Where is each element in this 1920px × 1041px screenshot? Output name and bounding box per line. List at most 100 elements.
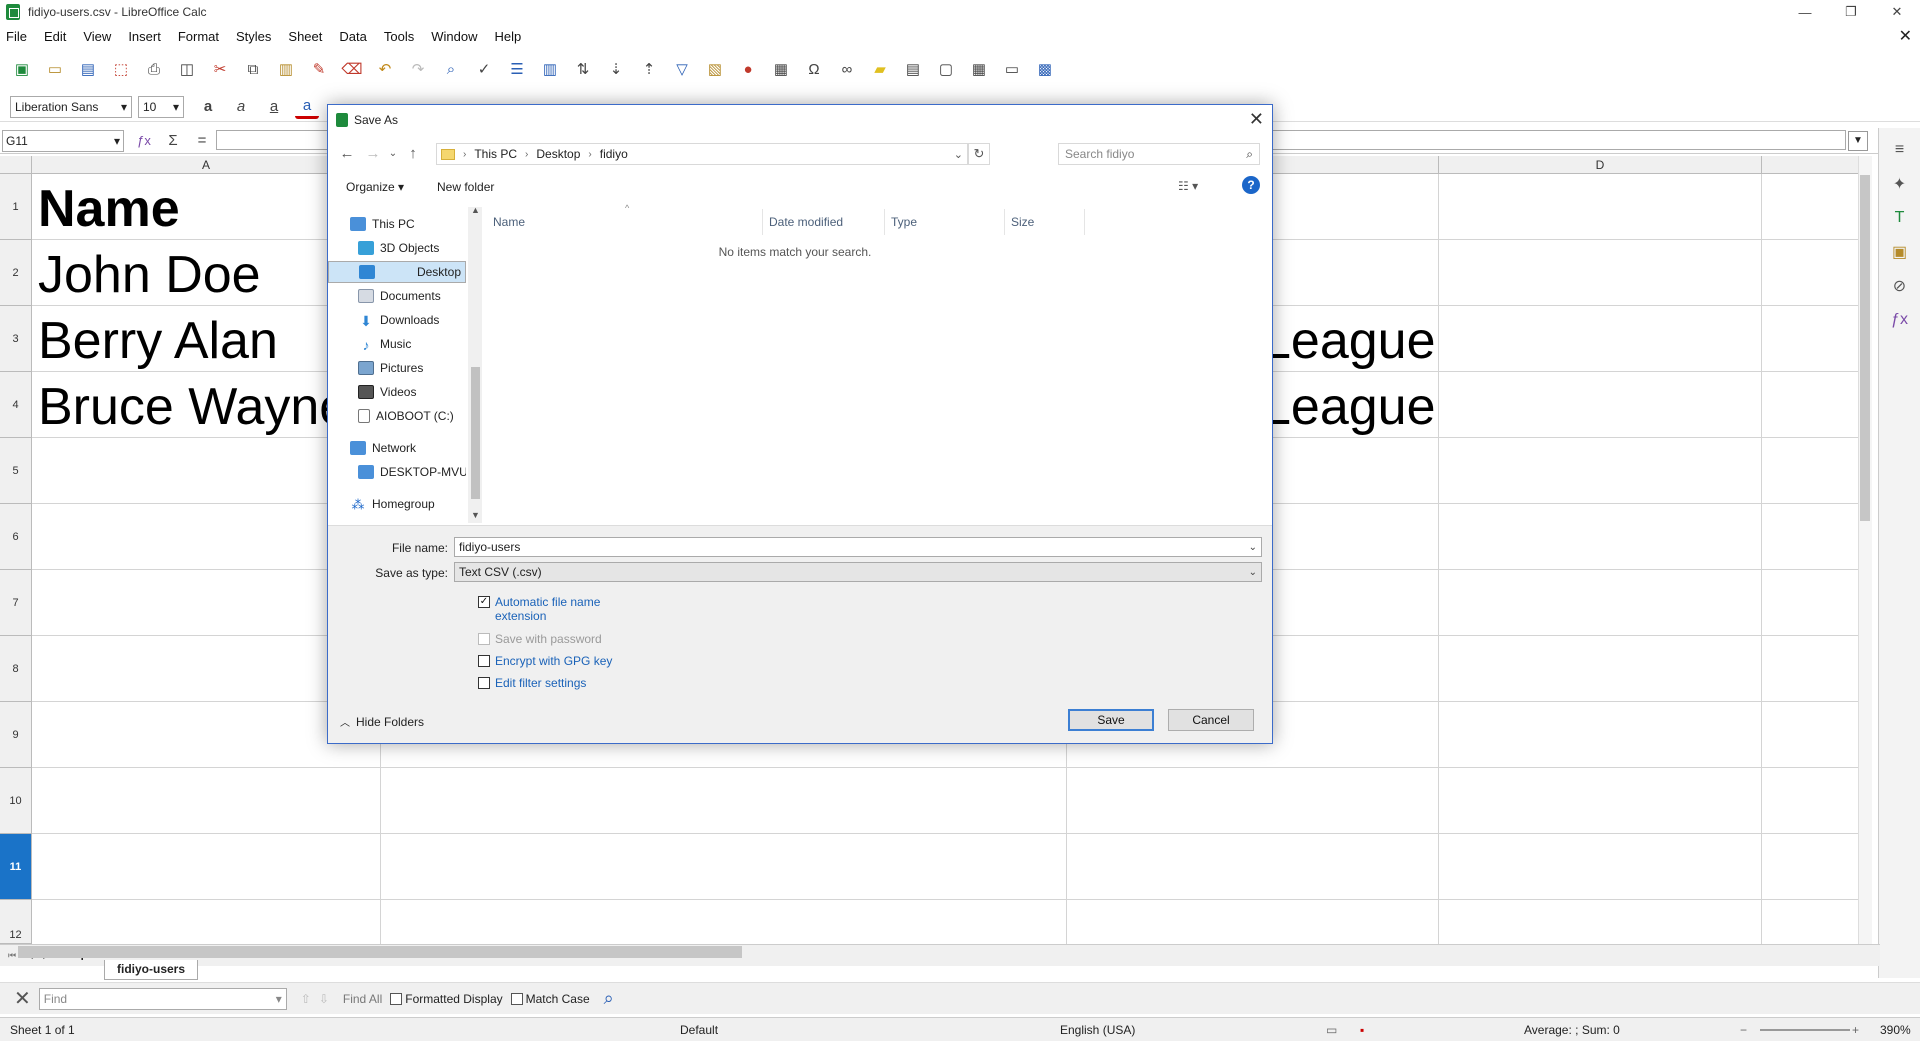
split-window-icon[interactable]: ▭ — [1000, 57, 1024, 81]
document-modified-icon[interactable]: ▪ — [1360, 1023, 1364, 1037]
show-draw-functions-icon[interactable]: ▩ — [1033, 57, 1057, 81]
autofilter-icon[interactable]: ▽ — [670, 57, 694, 81]
formatted-display-checkbox[interactable]: Formatted Display — [390, 992, 503, 1006]
cell-a4[interactable]: Bruce Wayne — [38, 381, 348, 433]
nav-videos[interactable]: Videos — [328, 381, 466, 403]
print-preview-icon[interactable]: ◫ — [175, 57, 199, 81]
column-header-d[interactable]: D — [1439, 156, 1762, 174]
encrypt-gpg-checkbox[interactable]: Encrypt with GPG key — [478, 654, 612, 668]
properties-icon[interactable]: ✦ — [1888, 172, 1912, 196]
chevron-right-icon[interactable]: › — [463, 149, 466, 160]
row-header[interactable]: 9 — [0, 702, 32, 768]
hide-folders-button[interactable]: ︿ Hide Folders — [340, 714, 424, 730]
breadcrumb-fidiyo[interactable]: fidiyo — [600, 147, 628, 161]
italic-icon[interactable]: a — [229, 95, 253, 119]
refresh-icon[interactable]: ↻ — [968, 143, 990, 165]
spelling-icon[interactable]: ✓ — [472, 57, 496, 81]
function-wizard-icon[interactable]: ƒx — [132, 129, 156, 153]
row-header[interactable]: 1 — [0, 174, 32, 240]
breadcrumb-desktop[interactable]: Desktop — [536, 147, 580, 161]
sort-ascending-icon[interactable]: ⇡ — [637, 57, 661, 81]
menu-edit[interactable]: Edit — [44, 29, 66, 44]
hyperlink-icon[interactable]: ∞ — [835, 57, 859, 81]
match-case-checkbox[interactable]: Match Case — [510, 992, 590, 1006]
find-replace-icon[interactable]: ⌕ — [439, 57, 463, 81]
clone-formatting-icon[interactable]: ✎ — [307, 57, 331, 81]
sort-descending-icon[interactable]: ⇣ — [604, 57, 628, 81]
selection-mode-icon[interactable]: ▭ — [1326, 1023, 1337, 1037]
underline-icon[interactable]: a — [262, 95, 286, 119]
column-date-modified[interactable]: Date modified — [763, 209, 885, 235]
cell-c4-visible-part[interactable]: League — [1262, 381, 1436, 433]
menu-data[interactable]: Data — [339, 29, 366, 44]
find-all-button[interactable]: Find All — [343, 992, 382, 1006]
insert-chart-icon[interactable]: ● — [736, 57, 760, 81]
menu-window[interactable]: Window — [431, 29, 477, 44]
restore-button[interactable]: ❐ — [1828, 0, 1874, 24]
chevron-down-icon[interactable]: ⌄ — [1249, 567, 1257, 578]
file-list[interactable]: Name ^ Date modified Type Size No items … — [485, 203, 1272, 523]
font-color-icon[interactable]: a — [295, 95, 319, 119]
save-icon[interactable]: ▤ — [76, 57, 100, 81]
selection-summary[interactable]: Average: ; Sum: 0 — [1524, 1023, 1620, 1037]
nav-scroll-thumb[interactable] — [471, 367, 480, 499]
row-header[interactable]: 2 — [0, 240, 32, 306]
find-input[interactable]: Find ▾ — [38, 987, 287, 1010]
cut-icon[interactable]: ✂ — [208, 57, 232, 81]
nav-documents[interactable]: Documents — [328, 285, 466, 307]
chevron-down-icon[interactable]: ▾ — [276, 992, 282, 1006]
comment-icon[interactable]: ▰ — [868, 57, 892, 81]
zoom-in-icon[interactable]: + — [1852, 1023, 1859, 1037]
row-header[interactable]: 4 — [0, 372, 32, 438]
headers-footers-icon[interactable]: ▤ — [901, 57, 925, 81]
nav-downloads[interactable]: ⬇ Downloads — [328, 309, 466, 331]
name-box[interactable]: G11 ▾ — [2, 129, 124, 152]
menu-styles[interactable]: Styles — [236, 29, 271, 44]
chevron-right-icon[interactable]: › — [525, 149, 528, 160]
file-name-input[interactable]: fidiyo-users ⌄ — [454, 537, 1262, 557]
chevron-down-icon[interactable]: ⌄ — [954, 148, 963, 161]
menu-insert[interactable]: Insert — [128, 29, 161, 44]
nav-desktop-mvut[interactable]: DESKTOP-MVUT — [328, 461, 466, 483]
nav-desktop[interactable]: Desktop — [328, 261, 466, 283]
nav-this-pc[interactable]: This PC — [328, 213, 466, 235]
close-document-icon[interactable]: ✕ — [1899, 26, 1912, 46]
new-folder-button[interactable]: New folder — [437, 180, 494, 194]
close-dialog-icon[interactable]: ✕ — [1249, 109, 1264, 130]
insert-image-icon[interactable]: ▧ — [703, 57, 727, 81]
recent-locations-icon[interactable]: ⌄ — [386, 148, 400, 159]
close-window-button[interactable]: ✕ — [1874, 0, 1920, 24]
menu-format[interactable]: Format — [178, 29, 219, 44]
chevron-down-icon[interactable]: ▾ — [114, 134, 120, 148]
column-icon[interactable]: ▥ — [538, 57, 562, 81]
expand-formula-icon[interactable]: ▼ — [1848, 131, 1868, 151]
new-icon[interactable]: ▣ — [10, 57, 34, 81]
styles-icon[interactable]: T — [1888, 206, 1912, 230]
nav-network[interactable]: Network — [328, 437, 466, 459]
nav-music[interactable]: ♪ Music — [328, 333, 466, 355]
menu-file[interactable]: File — [6, 29, 27, 44]
cell-c3-visible-part[interactable]: League — [1262, 315, 1436, 367]
sheet-tab[interactable]: fidiyo-users — [104, 960, 199, 980]
search-icon[interactable]: ⌕ — [1246, 147, 1253, 162]
sort-icon[interactable]: ⇅ — [571, 57, 595, 81]
vertical-scroll-thumb[interactable] — [1860, 175, 1870, 521]
row-header[interactable]: 10 — [0, 768, 32, 834]
export-pdf-icon[interactable]: ⬚ — [109, 57, 133, 81]
functions-icon[interactable]: ƒx — [1888, 308, 1912, 332]
edit-filter-checkbox[interactable]: Edit filter settings — [478, 676, 586, 690]
zoom-level[interactable]: 390% — [1880, 1023, 1911, 1037]
zoom-slider[interactable] — [1760, 1029, 1850, 1031]
cell-a2[interactable]: John Doe — [38, 249, 261, 301]
row-header[interactable]: 5 — [0, 438, 32, 504]
breadcrumb[interactable]: › This PC › Desktop › fidiyo ⌄ — [436, 143, 968, 165]
breadcrumb-this-pc[interactable]: This PC — [474, 147, 517, 161]
chevron-down-icon[interactable]: ▾ — [173, 100, 179, 114]
find-previous-icon[interactable]: ⇧ — [301, 992, 311, 1006]
column-type[interactable]: Type — [885, 209, 1005, 235]
page-style[interactable]: Default — [680, 1023, 718, 1037]
bold-icon[interactable]: a — [196, 95, 220, 119]
row-header-active[interactable]: 11 — [0, 834, 32, 900]
scroll-down-icon[interactable]: ▼ — [471, 510, 480, 520]
sum-icon[interactable]: Σ — [161, 129, 185, 153]
